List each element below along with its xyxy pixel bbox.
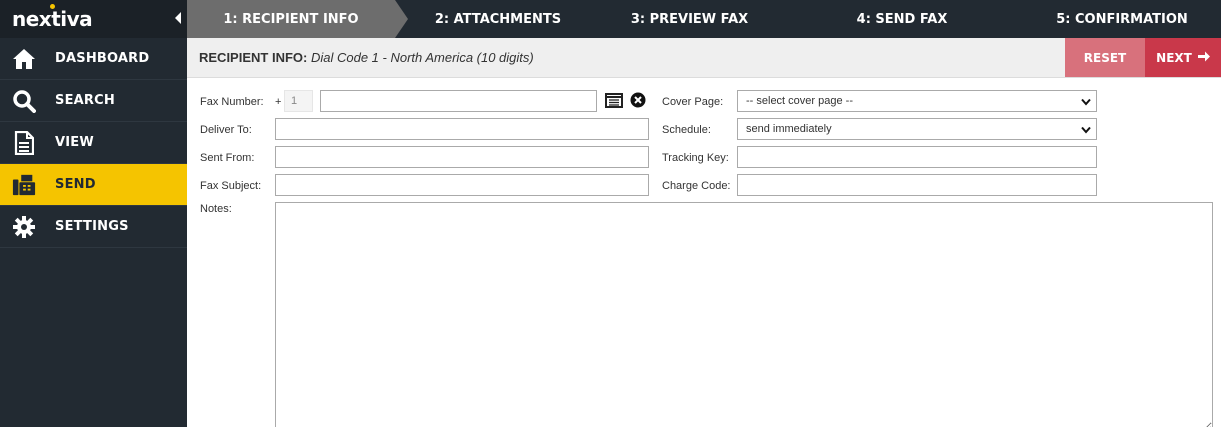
step-confirmation[interactable]: 5: CONFIRMATION <box>1027 0 1217 38</box>
recipient-header: RECIPIENT INFO: Dial Code 1 - North Amer… <box>187 38 1221 78</box>
logo-dot <box>50 4 55 9</box>
sidebar: nextiva DASHBOARD SEARCH VIEW SEND SETTI… <box>0 0 187 427</box>
step-preview-fax[interactable]: 3: PREVIEW FAX <box>607 0 772 38</box>
step-recipient-info[interactable]: 1: RECIPIENT INFO <box>187 0 395 38</box>
next-button[interactable]: NEXT <box>1145 38 1221 77</box>
reset-button[interactable]: RESET <box>1065 38 1145 77</box>
header-subtitle: Dial Code 1 - North America (10 digits) <box>310 50 534 65</box>
wizard-steps: 1: RECIPIENT INFO 2: ATTACHMENTS 3: PREV… <box>187 0 1221 38</box>
dial-code-input[interactable] <box>284 90 313 112</box>
address-book-icon[interactable] <box>605 93 623 113</box>
charge-code-label: Charge Code: <box>662 180 731 192</box>
deliver-to-label: Deliver To: <box>200 124 252 136</box>
schedule-select[interactable]: send immediately <box>737 118 1097 140</box>
fax-number-input[interactable] <box>320 90 597 112</box>
fax-subject-input[interactable] <box>275 174 649 196</box>
next-label: NEXT <box>1156 50 1192 65</box>
sent-from-label: Sent From: <box>200 152 255 164</box>
sidebar-item-dashboard[interactable]: DASHBOARD <box>0 38 187 80</box>
chevron-down-icon <box>1081 125 1091 137</box>
plus-sign: + <box>275 96 282 108</box>
sidebar-item-label: SEARCH <box>55 93 115 108</box>
gear-icon <box>12 215 36 239</box>
tracking-key-label: Tracking Key: <box>662 152 729 164</box>
cover-page-select[interactable]: -- select cover page -- <box>737 90 1097 112</box>
arrow-right-icon <box>1197 51 1210 65</box>
sidebar-item-label: VIEW <box>55 135 94 150</box>
document-icon <box>12 130 36 155</box>
fax-number-label: Fax Number: <box>200 96 264 108</box>
notes-label: Notes: <box>200 203 232 215</box>
sidebar-item-view[interactable]: VIEW <box>0 122 187 164</box>
search-icon <box>12 89 36 113</box>
header-title: RECIPIENT INFO: <box>199 50 308 65</box>
notes-textarea[interactable] <box>275 202 1213 427</box>
sidebar-item-label: DASHBOARD <box>55 51 150 66</box>
logo-bar: nextiva <box>0 0 187 38</box>
charge-code-input[interactable] <box>737 174 1097 196</box>
step-attachments[interactable]: 2: ATTACHMENTS <box>408 0 588 38</box>
schedule-label: Schedule: <box>662 124 711 136</box>
tracking-key-input[interactable] <box>737 146 1097 168</box>
active-step-arrow <box>395 0 408 38</box>
logo: nextiva <box>12 4 93 31</box>
cover-page-value: -- select cover page -- <box>746 95 853 107</box>
reset-label: RESET <box>1083 50 1127 65</box>
page-title: RECIPIENT INFO: Dial Code 1 - North Amer… <box>199 50 534 65</box>
home-icon <box>12 47 36 71</box>
deliver-to-input[interactable] <box>275 118 649 140</box>
sidebar-item-search[interactable]: SEARCH <box>0 80 187 122</box>
fax-icon <box>12 173 36 197</box>
sidebar-item-settings[interactable]: SETTINGS <box>0 206 187 248</box>
chevron-down-icon <box>1081 97 1091 109</box>
schedule-value: send immediately <box>746 123 832 135</box>
sent-from-input[interactable] <box>275 146 649 168</box>
fax-subject-label: Fax Subject: <box>200 180 262 192</box>
sidebar-item-label: SEND <box>55 177 96 192</box>
step-send-fax[interactable]: 4: SEND FAX <box>827 0 977 38</box>
clear-icon[interactable] <box>630 92 646 113</box>
sidebar-item-send[interactable]: SEND <box>0 164 187 206</box>
collapse-sidebar-icon[interactable] <box>175 12 181 24</box>
sidebar-item-label: SETTINGS <box>55 219 129 234</box>
cover-page-label: Cover Page: <box>662 96 724 108</box>
